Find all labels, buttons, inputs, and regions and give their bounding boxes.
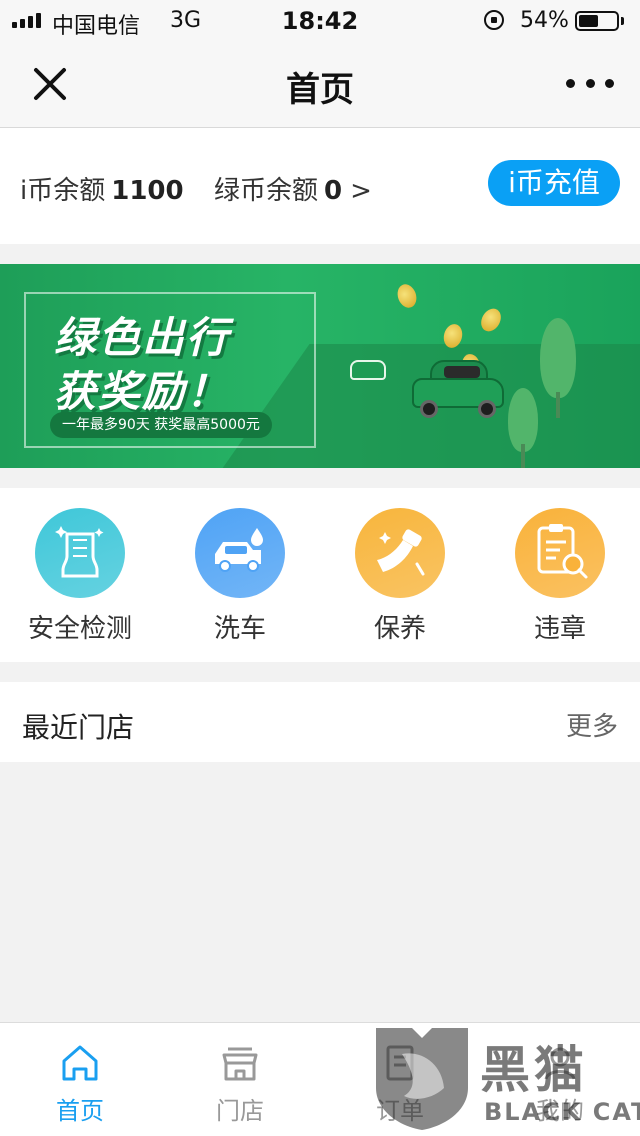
order-icon — [376, 1039, 424, 1087]
coin-icon — [477, 305, 505, 335]
home-icon — [56, 1039, 104, 1087]
balance-card: i币余额 1100 绿币余额 0 > i币充值 — [0, 128, 640, 244]
service-label: 洗车 — [213, 614, 266, 644]
tab-label: 门店 — [216, 1097, 264, 1125]
banner-title-line2: 获奖励！ — [54, 367, 231, 416]
icoin-balance-value: 1100 — [111, 176, 184, 206]
icoin-balance: i币余额 1100 — [20, 170, 184, 207]
profile-icon — [536, 1039, 584, 1087]
car-wash-icon — [195, 508, 285, 598]
service-label: 保养 — [373, 614, 426, 644]
service-grid: 安全检测 洗车 保养 违章 — [0, 488, 640, 662]
chevron-right-icon: > — [350, 176, 372, 206]
tab-orders[interactable]: 订单 — [320, 1039, 480, 1126]
close-icon[interactable] — [30, 64, 70, 104]
green-coin-balance-value: 0 — [324, 176, 343, 206]
maintenance-spray-icon — [355, 508, 445, 598]
tab-label: 我的 — [536, 1097, 584, 1125]
bottom-tab-bar: 首页 门店 订单 我的 — [0, 1022, 640, 1136]
service-label: 违章 — [533, 614, 586, 644]
battery-icon — [575, 11, 619, 31]
tree-trunk — [556, 392, 560, 418]
nav-bar: 首页 — [0, 40, 640, 128]
green-car-icon — [412, 360, 504, 418]
tab-profile[interactable]: 我的 — [480, 1039, 640, 1126]
service-label: 安全检测 — [27, 614, 132, 644]
service-car-wash[interactable]: 洗车 — [160, 508, 320, 645]
green-coin-balance-label: 绿币余额 — [214, 176, 319, 206]
page-title: 首页 — [286, 70, 354, 110]
tab-home[interactable]: 首页 — [0, 1039, 160, 1126]
battery-fill — [579, 15, 598, 27]
green-coin-balance[interactable]: 绿币余额 0 > — [214, 170, 372, 207]
icoin-recharge-button[interactable]: i币充值 — [488, 160, 620, 206]
promo-banner[interactable]: 绿色出行 获奖励！ 一年最多90天 获奖最高5000元 — [0, 264, 640, 468]
icoin-balance-label: i币余额 — [20, 176, 106, 206]
tab-label: 首页 — [56, 1097, 104, 1125]
battery-nub — [621, 17, 624, 25]
car-seat-icon — [35, 508, 125, 598]
service-maintenance[interactable]: 保养 — [320, 508, 480, 645]
battery-percent: 54% — [520, 8, 569, 33]
section-title: 最近门店 — [22, 711, 135, 744]
nearby-stores-section: 最近门店 更多 — [0, 682, 640, 762]
service-violation[interactable]: 违章 — [480, 508, 640, 645]
store-icon — [216, 1039, 264, 1087]
rotation-lock-icon — [484, 10, 504, 30]
tab-stores[interactable]: 门店 — [160, 1039, 320, 1126]
tab-label: 订单 — [376, 1097, 424, 1125]
more-icon[interactable] — [566, 76, 614, 90]
tree-trunk — [521, 444, 525, 468]
banner-subtitle: 一年最多90天 获奖最高5000元 — [50, 412, 272, 438]
more-link[interactable]: 更多 — [566, 706, 618, 743]
tree-icon — [540, 318, 576, 398]
small-car-icon — [350, 360, 386, 380]
service-safety-check[interactable]: 安全检测 — [0, 508, 160, 645]
status-bar: 中国电信 3G 18:42 54% — [0, 0, 640, 40]
coin-icon — [394, 281, 420, 311]
banner-title-line1: 绿色出行 — [54, 313, 231, 362]
tree-icon — [508, 388, 538, 452]
violation-search-icon — [515, 508, 605, 598]
